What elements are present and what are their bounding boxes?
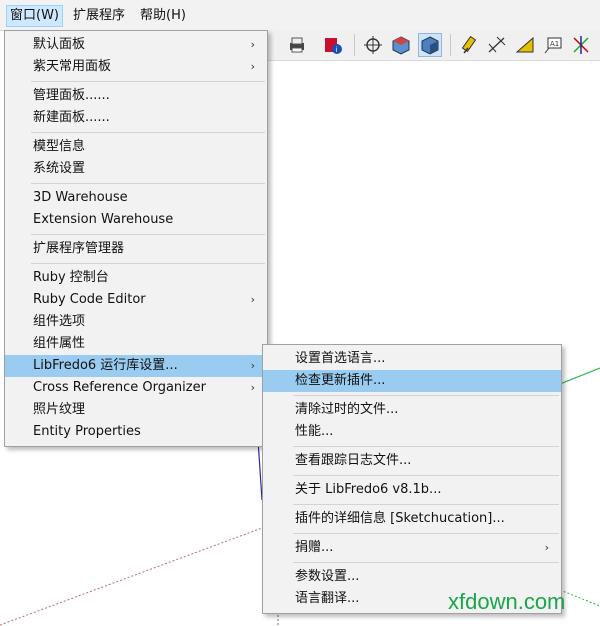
menu-separator: [293, 475, 559, 476]
menu-item-label: 检查更新插件...: [295, 373, 386, 388]
chevron-right-icon: ›: [544, 541, 549, 554]
libfredo-menu-item[interactable]: 清除过时的文件...: [263, 399, 561, 421]
menu-separator: [293, 533, 559, 534]
model-info-icon[interactable]: i: [322, 34, 344, 56]
window-menu-item[interactable]: 紫天常用面板 ›: [5, 56, 267, 78]
axes-icon[interactable]: [570, 34, 592, 56]
menu-item-label: 管理面板......: [33, 88, 110, 103]
tape-measure-icon[interactable]: [460, 34, 482, 56]
protractor-icon[interactable]: [514, 34, 536, 56]
chevron-right-icon: ›: [250, 359, 255, 372]
menu-item-label: 3D Warehouse: [33, 190, 128, 205]
green-axis-line: [559, 367, 600, 385]
menu-item-label: 性能...: [295, 424, 334, 439]
libfredo-submenu: 设置首选语言... 检查更新插件... 清除过时的文件... 性能... 查看跟踪日志文…: [262, 344, 562, 614]
menu-item-label: 插件的详细信息 [Sketchucation]...: [295, 511, 505, 526]
menu-item-label: 新建面板......: [33, 110, 110, 125]
libfredo-menu-item[interactable]: 性能...: [263, 421, 561, 443]
window-menu-item[interactable]: 管理面板......: [5, 85, 267, 107]
menu-item-label: 默认面板: [33, 37, 86, 52]
chevron-right-icon: ›: [250, 60, 255, 73]
libfredo-menu-item[interactable]: 插件的详细信息 [Sketchucation]...: [263, 508, 561, 530]
window-menu-item[interactable]: Extension Warehouse: [5, 209, 267, 231]
menu-separator: [31, 81, 265, 82]
window-menu-item[interactable]: Entity Properties: [5, 421, 267, 443]
menu-item-label: 扩展程序管理器: [33, 241, 125, 256]
toolbar: i A1: [268, 30, 600, 61]
menu-item-label: 语言翻译...: [295, 591, 360, 606]
libfredo-menu-item[interactable]: 查看跟踪日志文件...: [263, 450, 561, 472]
window-menu-item[interactable]: Cross Reference Organizer ›: [5, 377, 267, 399]
window-menu-item[interactable]: Ruby Code Editor ›: [5, 289, 267, 311]
window-menu: 默认面板 › 紫天常用面板 › 管理面板...... 新建面板...... 模型信息系统设置…: [4, 30, 268, 447]
menu-item-label: 参数设置...: [295, 569, 360, 584]
menu-item-label: 系统设置: [33, 161, 86, 176]
window-menu-item[interactable]: 组件属性: [5, 333, 267, 355]
svg-text:A1: A1: [550, 40, 559, 48]
menu-item-label: 模型信息: [33, 139, 86, 154]
libfredo-menu-item[interactable]: 捐赠... ›: [263, 537, 561, 559]
menu-separator: [293, 562, 559, 563]
chevron-right-icon: ›: [250, 293, 255, 306]
window-menu-item[interactable]: Ruby 控制台: [5, 267, 267, 289]
menu-item-label: 紫天常用面板: [33, 59, 112, 74]
menu-item-label: Extension Warehouse: [33, 212, 174, 227]
svg-text:i: i: [336, 46, 338, 54]
print-icon[interactable]: [286, 34, 308, 56]
window-menu-item[interactable]: 扩展程序管理器: [5, 238, 267, 260]
menu-item-label: 组件选项: [33, 314, 86, 329]
menu-item-label: 组件属性: [33, 336, 86, 351]
menu-separator: [31, 263, 265, 264]
chevron-right-icon: ›: [250, 381, 255, 394]
iso-view-icon[interactable]: [390, 34, 412, 56]
menu-item-label: 捐赠...: [295, 540, 334, 555]
libfredo-menu-item[interactable]: 设置首选语言...: [263, 348, 561, 370]
menu-item-label: 设置首选语言...: [295, 351, 386, 366]
standard-views-icon[interactable]: [418, 33, 442, 57]
toolbar-separator: [354, 34, 355, 56]
dimension-icon[interactable]: [486, 34, 508, 56]
dotted-guide-line: [0, 527, 263, 626]
libfredo-menu-item[interactable]: 检查更新插件...: [263, 370, 561, 392]
camera-orbit-icon[interactable]: [362, 34, 384, 56]
menu-window[interactable]: 窗口(W): [6, 5, 63, 27]
menu-item-label: 关于 LibFredo6 v8.1b...: [295, 482, 442, 497]
window-menu-item[interactable]: 照片纹理: [5, 399, 267, 421]
libfredo-menu-item[interactable]: 参数设置...: [263, 566, 561, 588]
dotted-green-line: [559, 589, 600, 607]
toolbar-separator: [450, 34, 451, 56]
window-menu-item[interactable]: LibFredo6 运行库设置... ›: [5, 355, 267, 377]
window-menu-item[interactable]: 3D Warehouse: [5, 187, 267, 209]
menu-separator: [293, 504, 559, 505]
window-menu-item[interactable]: 组件选项: [5, 311, 267, 333]
menu-item-label: Ruby 控制台: [33, 270, 109, 285]
watermark: xfdown.com: [448, 589, 566, 614]
menu-item-label: 清除过时的文件...: [295, 402, 399, 417]
menu-extensions[interactable]: 扩展程序: [70, 6, 128, 26]
menu-item-label: LibFredo6 运行库设置...: [33, 358, 178, 373]
menu-item-label: 照片纹理: [33, 402, 86, 417]
menu-help[interactable]: 帮助(H): [137, 6, 189, 26]
menu-item-label: 查看跟踪日志文件...: [295, 453, 412, 468]
window-menu-item[interactable]: 新建面板......: [5, 107, 267, 129]
menu-separator: [293, 395, 559, 396]
chevron-right-icon: ›: [250, 38, 255, 51]
window-menu-item[interactable]: 模型信息: [5, 136, 267, 158]
window-menu-item[interactable]: 默认面板 ›: [5, 34, 267, 56]
menu-separator: [31, 183, 265, 184]
menu-bar: 窗口(W) 扩展程序 帮助(H): [0, 0, 600, 31]
menu-item-label: Entity Properties: [33, 424, 141, 439]
menu-separator: [31, 132, 265, 133]
text-label-icon[interactable]: A1: [542, 34, 564, 56]
menu-item-label: Ruby Code Editor: [33, 292, 146, 307]
menu-item-label: Cross Reference Organizer: [33, 380, 206, 395]
menu-separator: [293, 446, 559, 447]
libfredo-menu-item[interactable]: 关于 LibFredo6 v8.1b...: [263, 479, 561, 501]
window-menu-item[interactable]: 系统设置: [5, 158, 267, 180]
menu-separator: [31, 234, 265, 235]
